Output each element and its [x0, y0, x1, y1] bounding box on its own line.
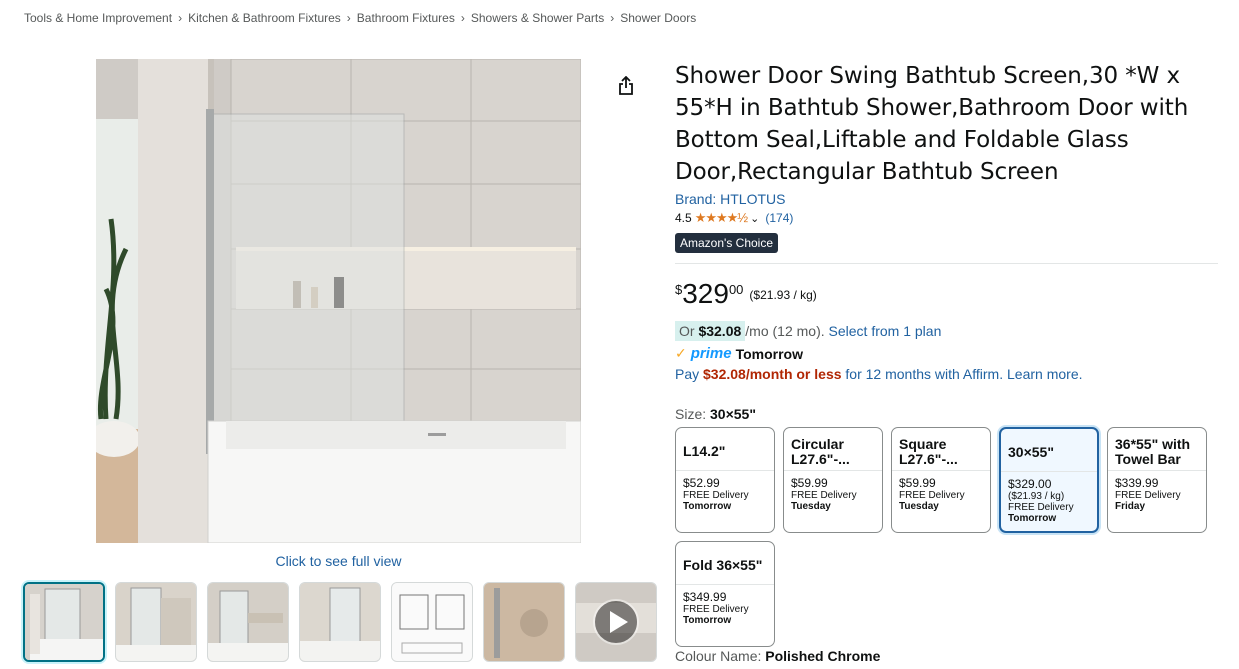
product-details: Shower Door Swing Bathtub Screen,30 *W x… — [675, 60, 1220, 647]
size-swatch[interactable]: Circular L27.6"-... $59.99 FREE Delivery… — [783, 427, 883, 533]
swatch-delivery-day: Friday — [1115, 501, 1146, 512]
swatch-delivery: FREE Delivery — [791, 490, 857, 501]
thumbnail-image[interactable] — [115, 582, 197, 662]
breadcrumb-separator: › — [178, 11, 183, 25]
full-view-link[interactable]: Click to see full view — [96, 553, 581, 569]
affirm-terms: for 12 months with Affirm. — [845, 366, 1004, 382]
size-swatch[interactable]: 36*55" with Towel Bar $339.99 FREE Deliv… — [1107, 427, 1207, 533]
brand-link[interactable]: Brand: HTLOTUS — [675, 191, 1220, 207]
swatch-delivery: FREE Delivery — [1008, 502, 1074, 513]
colour-value: Polished Chrome — [765, 648, 881, 664]
swatch-price: $349.99 — [683, 590, 727, 604]
thumbnail-image[interactable] — [23, 582, 105, 662]
swatch-delivery-day: Tomorrow — [683, 615, 732, 626]
learn-more-link[interactable]: Learn more. — [1007, 366, 1082, 382]
chevron-down-icon[interactable]: ⌄ — [750, 212, 759, 225]
breadcrumb: Tools & Home Improvement › Kitchen & Bath… — [24, 11, 696, 25]
size-swatch-selected[interactable]: 30×55" $329.00 ($21.93 / kg) FREE Delive… — [999, 427, 1099, 533]
size-swatch[interactable]: Square L27.6"-... $59.99 FREE Delivery T… — [891, 427, 991, 533]
product-title: Shower Door Swing Bathtub Screen,30 *W x… — [675, 63, 1189, 185]
size-swatch[interactable]: Fold 36×55" $349.99 FREE Delivery Tomorr… — [675, 541, 775, 647]
breadcrumb-item[interactable]: Tools & Home Improvement — [24, 11, 172, 25]
colour-name: Colour Name: Polished Chrome — [675, 648, 880, 664]
swatch-delivery-day: Tuesday — [791, 501, 831, 512]
select-plan-link[interactable]: Select from 1 plan — [829, 323, 942, 339]
swatch-price: $59.99 — [791, 476, 828, 490]
breadcrumb-separator: › — [460, 11, 465, 25]
monthly-payment: Or $32.08/mo (12 mo). Select from 1 plan — [675, 321, 1220, 341]
size-label: Size: — [675, 406, 707, 422]
swatch-name: Square L27.6"-... — [892, 433, 990, 471]
swatch-name: 30×55" — [1001, 434, 1097, 472]
thumbnail-image[interactable] — [483, 582, 565, 662]
swatch-name: 36*55" with Towel Bar — [1108, 433, 1206, 471]
price-whole: 329 — [682, 278, 729, 309]
affirm-offer: Pay $32.08/month or less for 12 months w… — [675, 366, 1220, 382]
swatch-delivery: FREE Delivery — [899, 490, 965, 501]
swatch-delivery: FREE Delivery — [1115, 490, 1181, 501]
star-rating-icon[interactable]: ★★★★½ — [695, 210, 748, 226]
thumbnail-strip — [23, 582, 657, 662]
swatch-delivery-day: Tomorrow — [683, 501, 732, 512]
monthly-or: Or — [679, 323, 695, 339]
swatch-delivery-day: Tuesday — [899, 501, 939, 512]
price-fraction: 00 — [728, 282, 744, 297]
size-selector-label: Size: 30×55" — [675, 406, 1220, 422]
breadcrumb-item[interactable]: Kitchen & Bathroom Fixtures — [188, 11, 341, 25]
video-thumbnail[interactable] — [575, 582, 657, 662]
swatch-delivery: FREE Delivery — [683, 604, 749, 615]
size-swatch[interactable]: L14.2" $52.99 FREE Delivery Tomorrow — [675, 427, 775, 533]
rating-count-link[interactable]: (174) — [765, 211, 793, 225]
swatch-delivery-day: Tomorrow — [1008, 513, 1057, 524]
swatch-delivery: FREE Delivery — [683, 490, 749, 501]
colour-label: Colour Name: — [675, 648, 762, 664]
monthly-highlight: Or $32.08 — [675, 321, 746, 341]
swatch-name: Circular L27.6"-... — [784, 433, 882, 471]
shower-scene-illustration — [96, 59, 581, 543]
affirm-amount: $32.08/month or less — [703, 366, 842, 382]
breadcrumb-item[interactable]: Bathroom Fixtures — [357, 11, 455, 25]
prime-check-icon: ✓ — [675, 345, 687, 361]
swatch-name: Fold 36×55" — [676, 547, 774, 585]
swatch-name: L14.2" — [676, 433, 774, 471]
thumbnail-image[interactable] — [391, 582, 473, 662]
price-currency: $ — [675, 282, 683, 297]
breadcrumb-separator: › — [610, 11, 615, 25]
main-product-image[interactable] — [96, 59, 581, 543]
swatch-price: $329.00 — [1008, 477, 1052, 491]
swatch-price: $59.99 — [899, 476, 936, 490]
size-value: 30×55" — [710, 406, 756, 422]
breadcrumb-item[interactable]: Shower Doors — [620, 11, 696, 25]
divider — [675, 263, 1218, 264]
prime-delivery: ✓ prime Tomorrow — [675, 345, 1220, 362]
amazons-choice-badge: Amazon's Choice — [675, 233, 778, 253]
swatch-price: $339.99 — [1115, 476, 1159, 490]
thumbnail-image[interactable] — [299, 582, 381, 662]
rating-row: 4.5 ★★★★½ ⌄ (174) — [675, 210, 1220, 226]
share-icon[interactable] — [613, 73, 639, 99]
thumbnail-image[interactable] — [207, 582, 289, 662]
swatch-unit-price: ($21.93 / kg) — [1008, 491, 1065, 502]
size-swatches: L14.2" $52.99 FREE Delivery Tomorrow Cir… — [675, 427, 1220, 647]
prime-delivery-day: Tomorrow — [735, 345, 803, 362]
breadcrumb-item[interactable]: Showers & Shower Parts — [471, 11, 604, 25]
prime-logo: prime — [690, 345, 732, 362]
price: $ 329 00 ($21.93 / kg) — [675, 279, 1220, 309]
monthly-amount: $32.08 — [698, 323, 742, 339]
rating-value: 4.5 — [675, 211, 692, 225]
affirm-pay: Pay — [675, 366, 700, 382]
unit-price: ($21.93 / kg) — [749, 288, 817, 302]
breadcrumb-separator: › — [346, 11, 351, 25]
monthly-terms: /mo (12 mo). — [745, 323, 825, 339]
swatch-price: $52.99 — [683, 476, 720, 490]
